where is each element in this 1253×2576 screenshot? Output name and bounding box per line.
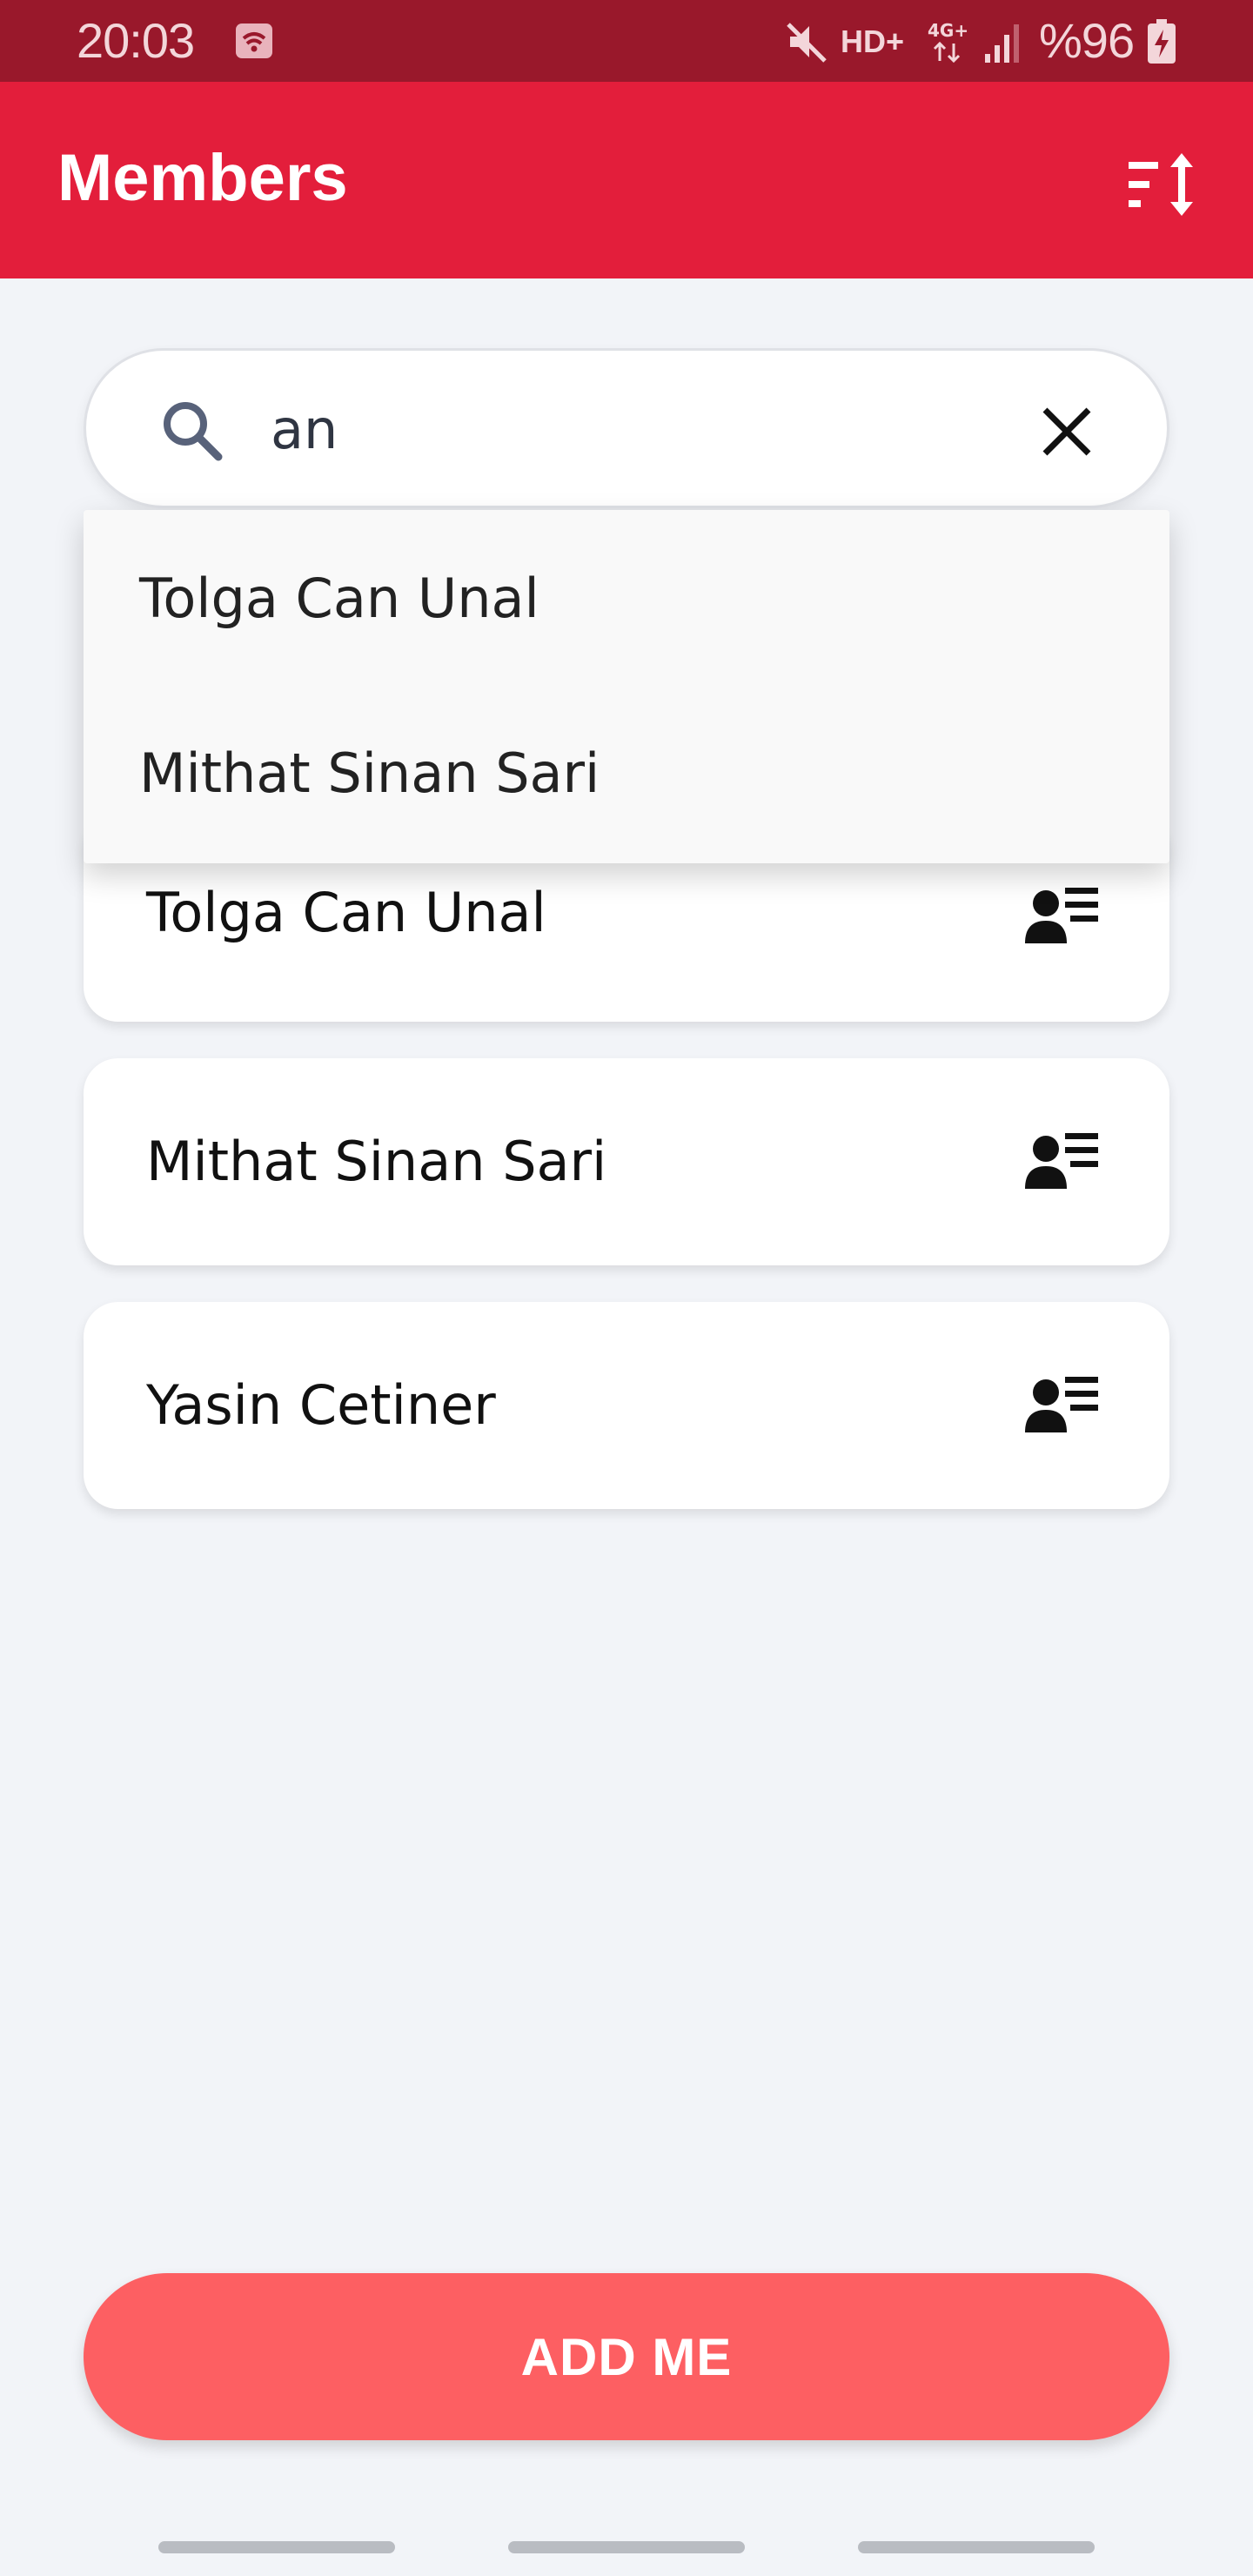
add-me-button[interactable]: ADD ME	[84, 2273, 1169, 2440]
sort-icon	[1129, 153, 1193, 216]
search-input[interactable]	[271, 382, 1054, 476]
suggestion-item[interactable]: Mithat Sinan Sari	[84, 686, 1169, 860]
member-name: Mithat Sinan Sari	[146, 1130, 607, 1193]
search-bar	[84, 348, 1169, 508]
member-card[interactable]: Yasin Cetiner	[84, 1302, 1169, 1509]
nav-recents-handle[interactable]	[158, 2541, 395, 2553]
member-details-icon[interactable]	[1025, 1373, 1100, 1434]
status-bar: 20:03 HD+ 4G+ %96	[0, 0, 1253, 82]
close-icon	[1042, 407, 1091, 456]
system-nav-bar	[0, 2515, 1253, 2576]
svg-text:4G+: 4G+	[928, 20, 968, 41]
sort-button[interactable]	[1122, 143, 1206, 226]
member-name: Yasin Cetiner	[146, 1373, 496, 1437]
member-name: Tolga Can Unal	[146, 881, 546, 944]
app-bar: Members	[0, 82, 1253, 278]
network-type-label: HD+	[841, 23, 905, 59]
search-suggestions: Tolga Can Unal Mithat Sinan Sari	[84, 510, 1169, 863]
status-time: 20:03	[77, 13, 195, 68]
battery-charging-icon	[1148, 19, 1176, 64]
page-title: Members	[57, 141, 348, 215]
suggestion-item[interactable]: Tolga Can Unal	[84, 510, 1169, 686]
member-details-icon[interactable]	[1025, 1130, 1100, 1191]
nav-back-handle[interactable]	[858, 2541, 1095, 2553]
member-card[interactable]: Mithat Sinan Sari	[84, 1058, 1169, 1265]
mute-icon	[787, 23, 827, 63]
clear-search-button[interactable]	[1028, 392, 1106, 471]
nav-home-handle[interactable]	[508, 2541, 745, 2553]
4g-data-icon: 4G+	[928, 20, 968, 64]
member-details-icon[interactable]	[1025, 884, 1100, 945]
notification-icon	[236, 23, 272, 58]
signal-icon	[985, 24, 1019, 63]
battery-percentage: %96	[1039, 13, 1135, 68]
search-icon	[164, 402, 223, 461]
